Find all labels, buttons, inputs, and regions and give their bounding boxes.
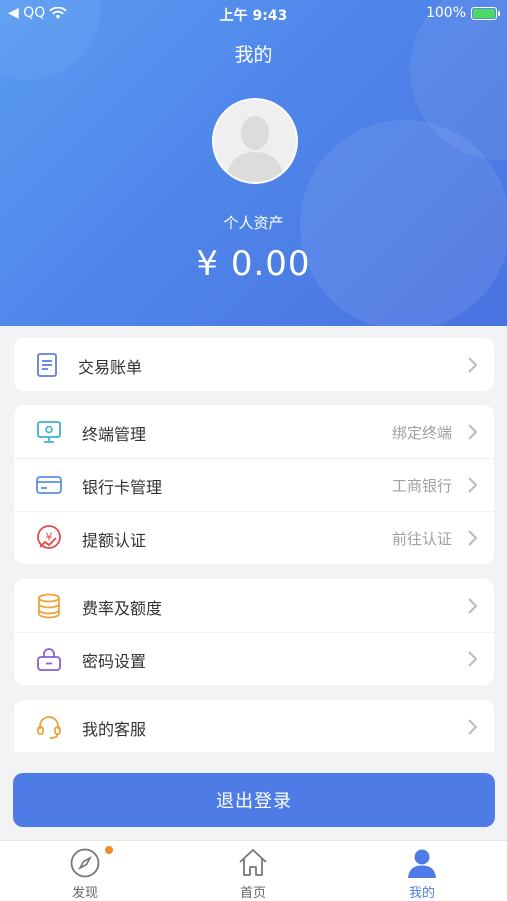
- battery-percent: 100%: [425, 5, 466, 21]
- menu-item-password[interactable]: 密码设置: [14, 632, 494, 685]
- chevron-right-icon: [468, 477, 478, 493]
- avatar[interactable]: [212, 98, 298, 184]
- notification-badge: [105, 846, 113, 854]
- chevron-right-icon: [468, 651, 478, 667]
- menu-label-bill: 交易账单: [78, 358, 143, 377]
- menu-value-terminal: 绑定终端: [391, 424, 452, 442]
- asset-value: ¥ 0.00: [196, 244, 311, 284]
- lock-icon: [37, 648, 61, 671]
- menu-item-bank-card[interactable]: 银行卡管理 工商银行: [14, 458, 494, 511]
- menu-label-rate: 费率及额度: [82, 599, 163, 618]
- menu-item-service[interactable]: 我的客服: [14, 700, 494, 752]
- page-title: 我的: [234, 44, 273, 66]
- menu-item-terminal[interactable]: 终端管理 绑定终端: [14, 405, 494, 458]
- card-icon: [36, 476, 62, 494]
- profile-header: ◀ QQ 上午 9:43 100% 我的 个人资产 ¥ 0.00: [0, 0, 507, 326]
- menu-item-rate[interactable]: 费率及额度: [14, 579, 494, 632]
- chevron-right-icon: [468, 424, 478, 440]
- document-icon: [37, 353, 57, 377]
- tab-home[interactable]: 首页: [203, 841, 303, 901]
- account-card: 终端管理 绑定终端 银行卡管理 工商银行 ¥ 提额认证 前往认证: [14, 405, 494, 564]
- yen-chart-icon: ¥: [37, 525, 61, 549]
- tab-label-mine: 我的: [408, 886, 435, 901]
- coins-icon: [38, 593, 60, 619]
- menu-item-limit-cert[interactable]: ¥ 提额认证 前往认证: [14, 511, 494, 564]
- chevron-right-icon: [468, 530, 478, 546]
- menu-label-limit-cert: 提额认证: [82, 531, 147, 550]
- menu-value-bank-card: 工商银行: [391, 477, 452, 495]
- tab-mine[interactable]: 我的: [372, 841, 472, 901]
- service-card: 我的客服: [14, 700, 494, 752]
- menu-label-password: 密码设置: [82, 652, 147, 671]
- tab-label-home: 首页: [239, 886, 266, 901]
- monitor-icon: [37, 421, 61, 443]
- chevron-right-icon: [468, 719, 478, 735]
- tab-bar: 发现 首页 我的: [0, 840, 507, 901]
- menu-value-limit-cert: 前往认证: [391, 530, 452, 548]
- menu-label-bank-card: 银行卡管理: [82, 478, 163, 497]
- home-icon: [239, 849, 267, 876]
- chevron-right-icon: [468, 357, 478, 373]
- default-avatar-icon: [214, 100, 296, 182]
- logout-button[interactable]: 退出登录: [13, 773, 495, 827]
- bill-card: 交易账单: [14, 338, 494, 391]
- compass-icon: [70, 848, 100, 878]
- asset-label: 个人资产: [223, 214, 284, 232]
- battery-icon: [471, 6, 500, 20]
- settings-card: 费率及额度 密码设置: [14, 579, 494, 685]
- menu-item-bill[interactable]: 交易账单: [14, 338, 494, 391]
- headset-icon: [37, 716, 61, 739]
- tab-label-discover: 发现: [71, 886, 98, 901]
- chevron-right-icon: [468, 598, 478, 614]
- menu-label-terminal: 终端管理: [82, 425, 147, 444]
- user-icon: [408, 849, 436, 878]
- status-bar: ◀ QQ 上午 9:43 100%: [0, 0, 507, 28]
- menu-label-service: 我的客服: [82, 720, 147, 739]
- tab-discover[interactable]: 发现: [35, 841, 135, 901]
